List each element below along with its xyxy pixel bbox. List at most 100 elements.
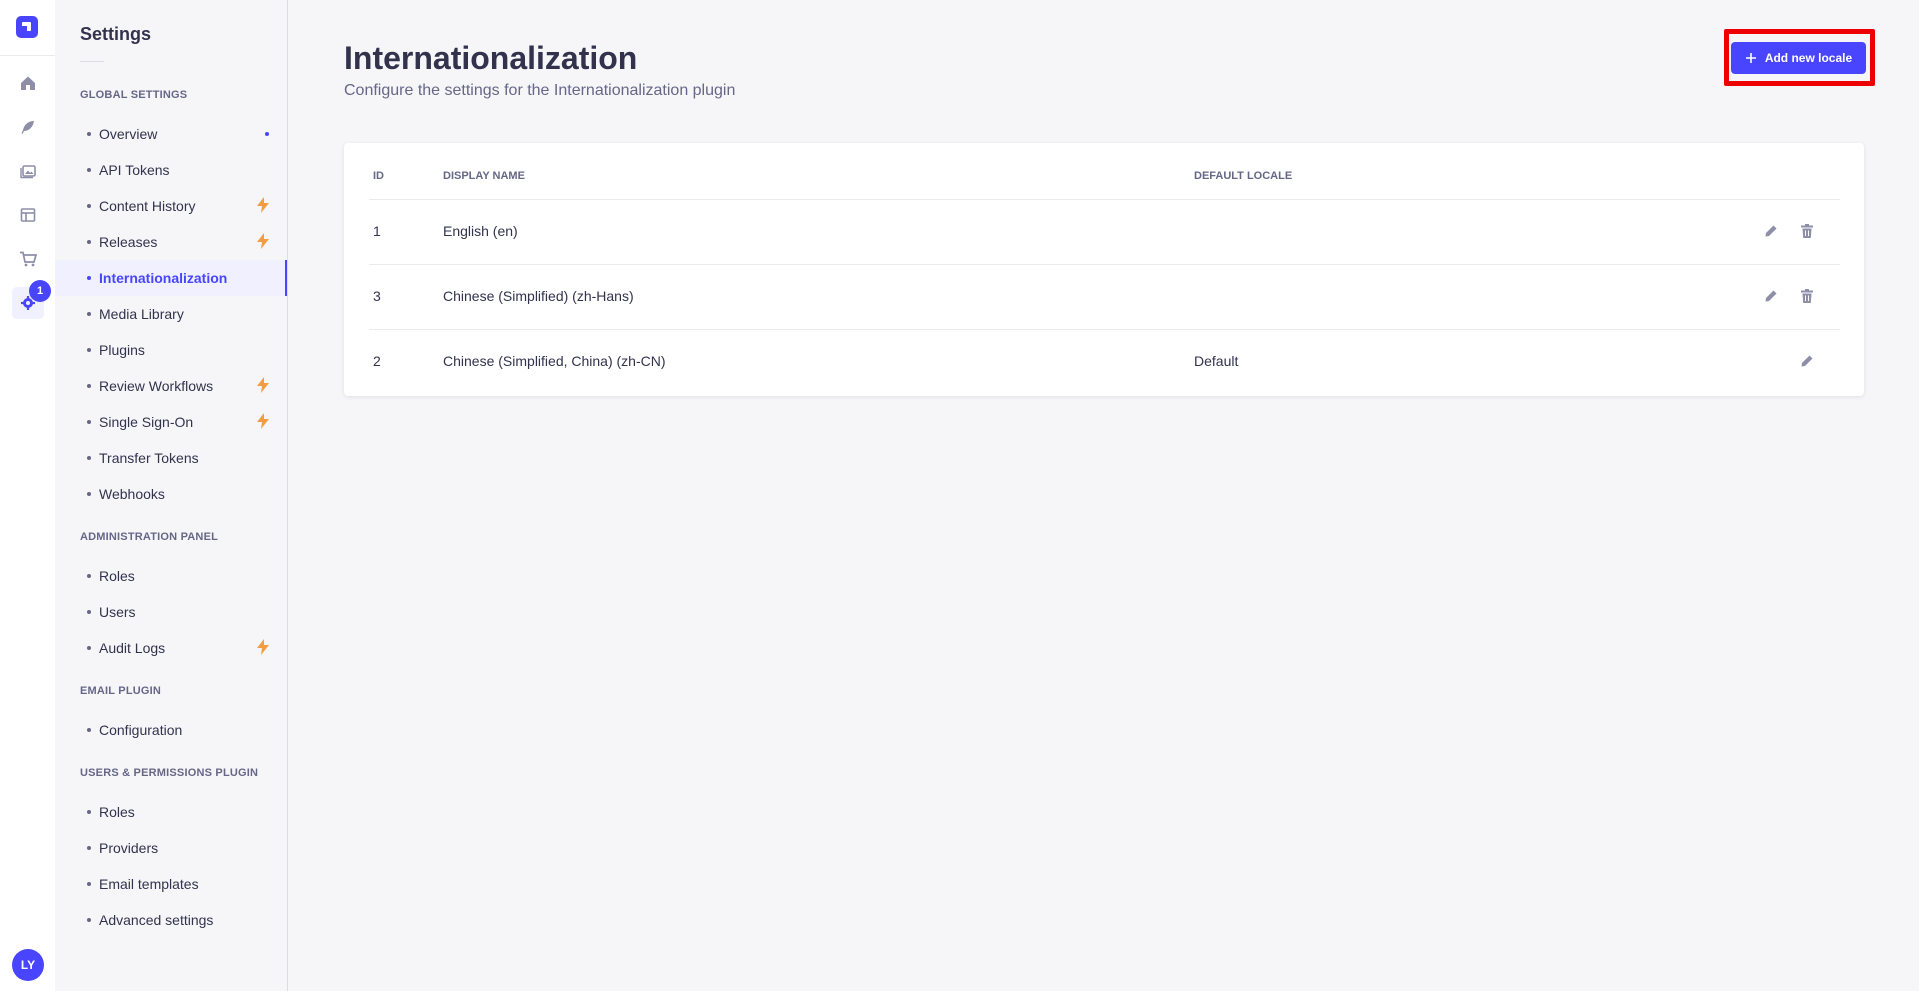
sidebar-item-label: Single Sign-On xyxy=(99,414,194,430)
cell-display-name: Chinese (Simplified, China) (zh-CN) xyxy=(443,353,666,369)
lightning-icon xyxy=(257,639,269,655)
sidebar-item-audit-logs[interactable]: Audit Logs xyxy=(55,630,287,666)
sidebar-item-api-tokens[interactable]: API Tokens xyxy=(55,152,287,188)
edit-icon[interactable] xyxy=(1762,222,1780,240)
sidebar-item-label: Email templates xyxy=(99,876,199,892)
sidebar-item-label: Internationalization xyxy=(99,270,228,286)
add-new-locale-label: Add new locale xyxy=(1764,51,1853,65)
sidebar-item-plugins[interactable]: Plugins xyxy=(55,332,287,368)
cell-display-name: English (en) xyxy=(443,223,518,239)
sidebar-item-users[interactable]: Users xyxy=(55,594,287,630)
bullet-icon xyxy=(87,384,91,388)
table-row[interactable]: 2 Chinese (Simplified, China) (zh-CN) De… xyxy=(369,329,1840,395)
cart-icon[interactable] xyxy=(12,243,44,275)
sidebar-item-media-library[interactable]: Media Library xyxy=(55,296,287,332)
sidebar-item-label: Roles xyxy=(99,568,135,584)
sidebar-item-transfer-tokens[interactable]: Transfer Tokens xyxy=(55,440,287,476)
sidebar-item-content-history[interactable]: Content History xyxy=(55,188,287,224)
column-header-id: ID xyxy=(373,170,384,182)
sidebar-item-label: Releases xyxy=(99,234,158,250)
sidebar-item-internationalization[interactable]: Internationalization xyxy=(55,260,287,296)
strapi-logo[interactable] xyxy=(16,16,38,38)
sidebar-item-up-roles[interactable]: Roles xyxy=(55,794,287,830)
bullet-icon xyxy=(87,810,91,814)
media-icon[interactable] xyxy=(12,155,44,187)
sidebar-item-label: Advanced settings xyxy=(99,912,214,928)
cell-display-name: Chinese (Simplified) (zh-Hans) xyxy=(443,288,634,304)
bullet-icon xyxy=(87,204,91,208)
bullet-icon xyxy=(87,610,91,614)
sidebar-item-label: Review Workflows xyxy=(99,378,214,394)
cell-id: 3 xyxy=(373,288,381,304)
sidebar-item-single-sign-on[interactable]: Single Sign-On xyxy=(55,404,287,440)
sidebar-item-label: Content History xyxy=(99,198,196,214)
rail-divider xyxy=(0,55,55,56)
sidebar-item-label: Configuration xyxy=(99,722,183,738)
bullet-icon xyxy=(87,728,91,732)
locales-table: ID DISPLAY NAME DEFAULT LOCALE 1 English… xyxy=(344,143,1864,396)
section-label-users-permissions-plugin: USERS & PERMISSIONS PLUGIN xyxy=(80,767,259,779)
table-row[interactable]: 3 Chinese (Simplified) (zh-Hans) xyxy=(369,264,1840,330)
user-avatar[interactable]: LY xyxy=(12,949,44,981)
bullet-icon xyxy=(87,846,91,850)
add-new-locale-button[interactable]: Add new locale xyxy=(1731,42,1866,74)
sidebar-item-label: Webhooks xyxy=(99,486,165,502)
sidebar-item-label: Roles xyxy=(99,804,135,820)
bullet-icon xyxy=(87,456,91,460)
new-indicator-dot xyxy=(265,132,269,136)
sidebar-title-divider xyxy=(80,61,104,62)
bullet-icon xyxy=(87,492,91,496)
lightning-icon xyxy=(257,197,269,213)
notification-badge: 1 xyxy=(29,280,51,302)
plus-icon xyxy=(1745,53,1756,63)
sidebar-item-label: Media Library xyxy=(99,306,184,322)
cell-id: 2 xyxy=(373,353,381,369)
sidebar-item-label: API Tokens xyxy=(99,162,170,178)
bullet-icon xyxy=(87,918,91,922)
section-label-global-settings: GLOBAL SETTINGS xyxy=(80,89,188,101)
column-header-default-locale: DEFAULT LOCALE xyxy=(1194,170,1293,182)
sidebar-item-overview[interactable]: Overview xyxy=(55,116,287,152)
bullet-icon xyxy=(87,882,91,886)
page-subtitle: Configure the settings for the Internati… xyxy=(344,82,736,99)
sidebar-title: Settings xyxy=(80,24,152,44)
cell-id: 1 xyxy=(373,223,381,239)
settings-sidebar: Settings GLOBAL SETTINGS Overview API To… xyxy=(55,0,288,991)
section-label-administration-panel: ADMINISTRATION PANEL xyxy=(80,531,219,543)
bullet-icon xyxy=(87,240,91,244)
sidebar-item-providers[interactable]: Providers xyxy=(55,830,287,866)
sidebar-item-webhooks[interactable]: Webhooks xyxy=(55,476,287,512)
table-row[interactable]: 1 English (en) xyxy=(369,199,1840,265)
feather-icon[interactable] xyxy=(12,111,44,143)
lightning-icon xyxy=(257,233,269,249)
sidebar-item-configuration[interactable]: Configuration xyxy=(55,712,287,748)
bullet-icon xyxy=(87,348,91,352)
edit-icon[interactable] xyxy=(1798,352,1816,370)
bullet-icon xyxy=(87,312,91,316)
lightning-icon xyxy=(257,377,269,393)
bullet-icon xyxy=(87,276,91,280)
sidebar-item-label: Transfer Tokens xyxy=(99,450,199,466)
lightning-icon xyxy=(257,413,269,429)
sidebar-item-review-workflows[interactable]: Review Workflows xyxy=(55,368,287,404)
sidebar-item-admin-roles[interactable]: Roles xyxy=(55,558,287,594)
bullet-icon xyxy=(87,168,91,172)
column-header-display-name: DISPLAY NAME xyxy=(443,170,525,182)
trash-icon[interactable] xyxy=(1798,222,1816,240)
main-nav-rail: 1 LY xyxy=(0,0,56,991)
page-title: Internationalization xyxy=(344,40,638,76)
sidebar-item-label: Providers xyxy=(99,840,159,856)
sidebar-item-email-templates[interactable]: Email templates xyxy=(55,866,287,902)
layout-icon[interactable] xyxy=(12,199,44,231)
bullet-icon xyxy=(87,420,91,424)
bullet-icon xyxy=(87,574,91,578)
sidebar-item-label: Users xyxy=(99,604,136,620)
bullet-icon xyxy=(87,646,91,650)
edit-icon[interactable] xyxy=(1762,287,1780,305)
section-label-email-plugin: EMAIL PLUGIN xyxy=(80,685,162,697)
sidebar-item-label: Plugins xyxy=(99,342,145,358)
trash-icon[interactable] xyxy=(1798,287,1816,305)
home-icon[interactable] xyxy=(12,67,44,99)
sidebar-item-releases[interactable]: Releases xyxy=(55,224,287,260)
sidebar-item-advanced-settings[interactable]: Advanced settings xyxy=(55,902,287,938)
